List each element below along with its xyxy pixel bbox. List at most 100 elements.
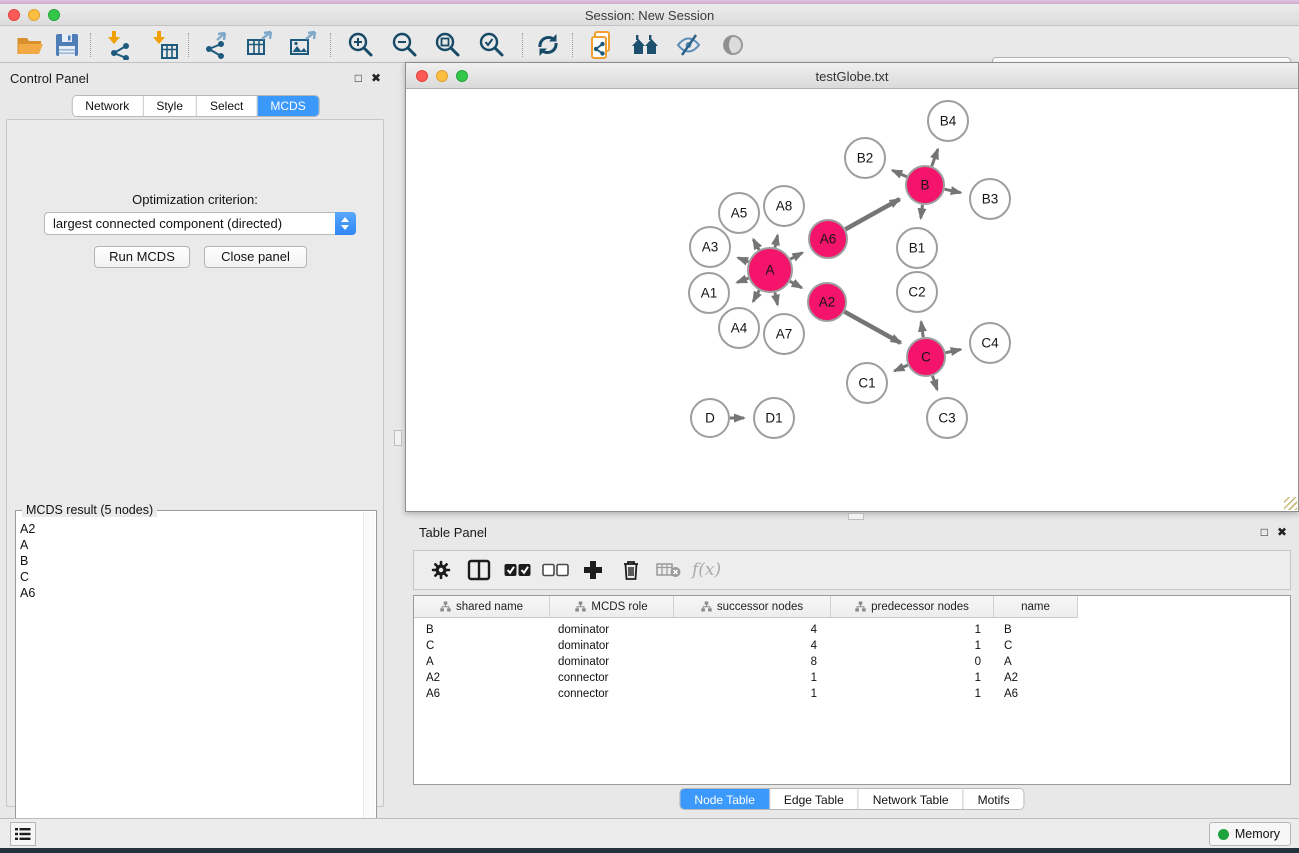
add-column-button[interactable] bbox=[574, 554, 612, 586]
home-houses-icon bbox=[630, 32, 660, 58]
graph-node-label-D1: D1 bbox=[765, 411, 782, 426]
delete-table-button[interactable] bbox=[650, 554, 688, 586]
zoom-selected-button[interactable] bbox=[475, 30, 509, 60]
cell-shared-name: A6 bbox=[414, 686, 550, 702]
float-panel-icon[interactable]: □ bbox=[355, 71, 362, 85]
column-header-mcds-role[interactable]: MCDS role bbox=[550, 596, 674, 617]
graph-edge-C-C1[interactable] bbox=[894, 365, 907, 371]
export-network-button[interactable] bbox=[200, 30, 234, 60]
dropdown-stepper-icon bbox=[335, 212, 356, 235]
graph-edge-A-A5[interactable] bbox=[753, 239, 759, 249]
select-all-button[interactable] bbox=[498, 554, 536, 586]
graph-edge-A-A2[interactable] bbox=[790, 281, 802, 288]
graph-edge-A-A1[interactable] bbox=[737, 278, 748, 282]
zoom-out-button[interactable] bbox=[388, 30, 422, 60]
graph-edge-A-A7[interactable] bbox=[775, 292, 778, 304]
vertical-split-handle[interactable] bbox=[394, 430, 402, 446]
deselect-all-button[interactable] bbox=[536, 554, 574, 586]
table-row[interactable]: C dominator 4 1 C bbox=[414, 638, 1078, 654]
table-row[interactable]: A dominator 8 0 A bbox=[414, 654, 1078, 670]
result-item[interactable]: B bbox=[20, 553, 362, 569]
graph-edge-C-C3[interactable] bbox=[933, 376, 938, 390]
main-toolbar bbox=[0, 26, 1299, 63]
graph-edge-A-A6[interactable] bbox=[790, 253, 802, 259]
node-table: shared name MCDS role successor nodes pr… bbox=[413, 595, 1291, 785]
graph-edge-C-C2[interactable] bbox=[921, 322, 923, 337]
window-resize-handle[interactable] bbox=[1284, 497, 1297, 510]
column-header-name[interactable]: name bbox=[994, 596, 1078, 617]
refresh-button[interactable] bbox=[531, 30, 565, 60]
column-label: predecessor nodes bbox=[871, 601, 969, 613]
tab-select[interactable]: Select bbox=[196, 96, 256, 116]
network-window-titlebar[interactable]: testGlobe.txt bbox=[406, 63, 1298, 89]
optimization-criterion-dropdown[interactable]: largest connected component (directed) bbox=[44, 212, 356, 235]
save-session-button[interactable] bbox=[50, 30, 84, 60]
result-item[interactable]: A bbox=[20, 537, 362, 553]
function-builder-button[interactable]: f(x) bbox=[692, 560, 721, 580]
graph-edge-B-B2[interactable] bbox=[892, 170, 906, 176]
network-canvas[interactable]: B4B2BB3A8A5A6A3B1AA1C2A2A4A7C4CC1C3DD1 bbox=[406, 89, 1298, 511]
table-settings-button[interactable] bbox=[422, 554, 460, 586]
graph-edge-B-B4[interactable] bbox=[932, 149, 938, 166]
open-session-button[interactable] bbox=[13, 30, 47, 60]
toolbar-separator bbox=[188, 33, 189, 57]
table-row[interactable]: A6 connector 1 1 A6 bbox=[414, 686, 1078, 702]
import-network-button[interactable] bbox=[103, 30, 137, 60]
close-panel-button[interactable]: Close panel bbox=[204, 246, 307, 268]
result-item[interactable]: C bbox=[20, 569, 362, 585]
zoom-fit-button[interactable] bbox=[431, 30, 465, 60]
table-row[interactable]: A2 connector 1 1 A2 bbox=[414, 670, 1078, 686]
float-table-panel-icon[interactable]: □ bbox=[1261, 525, 1268, 539]
column-header-predecessor-nodes[interactable]: predecessor nodes bbox=[831, 596, 994, 617]
graph-edge-B-B1[interactable] bbox=[921, 205, 923, 218]
graph-edge-A-A8[interactable] bbox=[775, 235, 778, 247]
horizontal-split-handle[interactable] bbox=[848, 513, 864, 520]
show-selection-button[interactable] bbox=[716, 30, 750, 60]
tab-network[interactable]: Network bbox=[72, 96, 142, 116]
tab-style[interactable]: Style bbox=[142, 96, 196, 116]
tab-motifs[interactable]: Motifs bbox=[963, 789, 1024, 809]
cell-successor-nodes: 4 bbox=[674, 638, 831, 654]
graph-node-label-A8: A8 bbox=[776, 199, 793, 214]
zoom-in-button[interactable] bbox=[344, 30, 378, 60]
tab-network-table[interactable]: Network Table bbox=[858, 789, 963, 809]
table-row[interactable]: B dominator 4 1 B bbox=[414, 622, 1078, 638]
graph-edge-B-B3[interactable] bbox=[945, 189, 961, 192]
column-view-button[interactable] bbox=[460, 554, 498, 586]
graph-node-label-C3: C3 bbox=[938, 411, 955, 426]
task-history-button[interactable] bbox=[10, 822, 36, 846]
run-mcds-button[interactable]: Run MCDS bbox=[94, 246, 190, 268]
cell-mcds-role: dominator bbox=[550, 654, 674, 670]
export-image-button[interactable] bbox=[286, 30, 320, 60]
import-table-button[interactable] bbox=[148, 30, 182, 60]
result-item[interactable]: A6 bbox=[20, 585, 362, 601]
network-document-button[interactable] bbox=[585, 30, 619, 60]
control-panel-title: Control Panel bbox=[10, 71, 89, 86]
graph-edge-C-C4[interactable] bbox=[946, 349, 961, 352]
close-panel-icon[interactable]: ✖ bbox=[371, 71, 381, 85]
tab-node-table[interactable]: Node Table bbox=[680, 789, 769, 809]
memory-button[interactable]: Memory bbox=[1209, 822, 1291, 846]
home-view-button[interactable] bbox=[628, 30, 662, 60]
hide-selection-button[interactable] bbox=[672, 30, 706, 60]
close-table-panel-icon[interactable]: ✖ bbox=[1277, 525, 1287, 539]
status-bar: Memory bbox=[0, 818, 1299, 848]
graph-edge-A-A4[interactable] bbox=[753, 290, 759, 301]
graph-edge-A-A3[interactable] bbox=[738, 258, 749, 262]
graph-edge-A6-B[interactable] bbox=[845, 199, 899, 229]
tab-edge-table[interactable]: Edge Table bbox=[769, 789, 858, 809]
zoom-selected-icon bbox=[478, 31, 506, 59]
result-scrollbar[interactable] bbox=[363, 512, 375, 850]
export-table-button[interactable] bbox=[243, 30, 277, 60]
column-header-successor-nodes[interactable]: successor nodes bbox=[674, 596, 831, 617]
tab-mcds[interactable]: MCDS bbox=[256, 96, 318, 116]
plus-icon bbox=[582, 559, 604, 581]
graph-edge-A2-C[interactable] bbox=[844, 312, 900, 343]
attribute-tree-icon bbox=[701, 601, 712, 612]
delete-column-button[interactable] bbox=[612, 554, 650, 586]
result-item[interactable]: A2 bbox=[20, 521, 362, 537]
column-header-shared-name[interactable]: shared name bbox=[414, 596, 550, 617]
cell-shared-name: B bbox=[414, 622, 550, 638]
cell-successor-nodes: 1 bbox=[674, 686, 831, 702]
unchecked-boxes-icon bbox=[542, 563, 569, 577]
